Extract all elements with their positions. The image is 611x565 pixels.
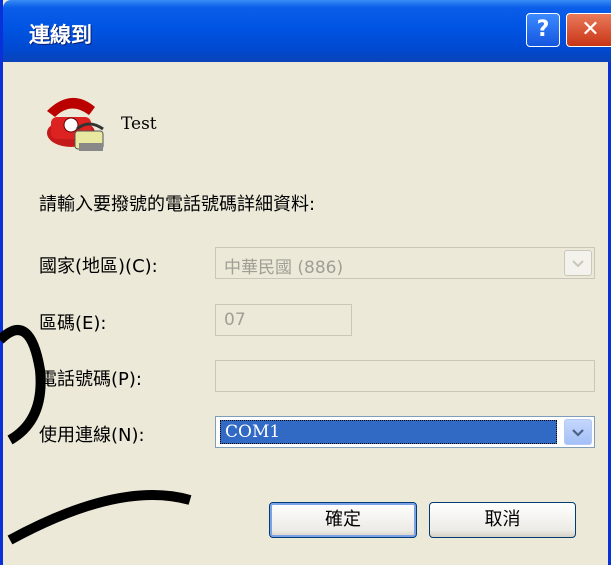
connect-using-label: 使用連線(N): (39, 425, 145, 446)
chevron-down-icon[interactable] (564, 419, 592, 445)
area-code-label: 區碼(E): (39, 313, 107, 334)
help-button[interactable]: ? (526, 13, 560, 47)
ok-button[interactable]: 確定 (269, 502, 417, 538)
phone-number-label: 電話號碼(P): (39, 369, 142, 390)
connect-using-select[interactable]: COM1 (215, 416, 595, 448)
area-code-field: 07 (215, 304, 352, 336)
country-value: 中華民國 (886) (224, 258, 344, 278)
title-bar[interactable]: 連線到 ? ✕ (3, 0, 611, 62)
close-button[interactable]: ✕ (566, 13, 611, 47)
window-title: 連線到 (29, 23, 92, 47)
country-select: 中華民國 (886) (215, 247, 595, 279)
country-label: 國家(地區)(C): (39, 256, 158, 277)
area-code-value: 07 (224, 310, 246, 330)
instruction-text: 請輸入要撥號的電話號碼詳細資料: (39, 194, 316, 215)
connect-using-value: COM1 (220, 420, 557, 444)
phone-icon (47, 97, 104, 151)
chevron-down-icon (564, 250, 592, 276)
connection-name: Test (121, 114, 157, 134)
cancel-button[interactable]: 取消 (429, 502, 576, 538)
phone-number-field (215, 360, 595, 392)
connect-to-dialog: 連線到 ? ✕ Test 請輸入要撥號的電話號碼詳細資料: 國家(地區)(C):… (0, 0, 611, 565)
